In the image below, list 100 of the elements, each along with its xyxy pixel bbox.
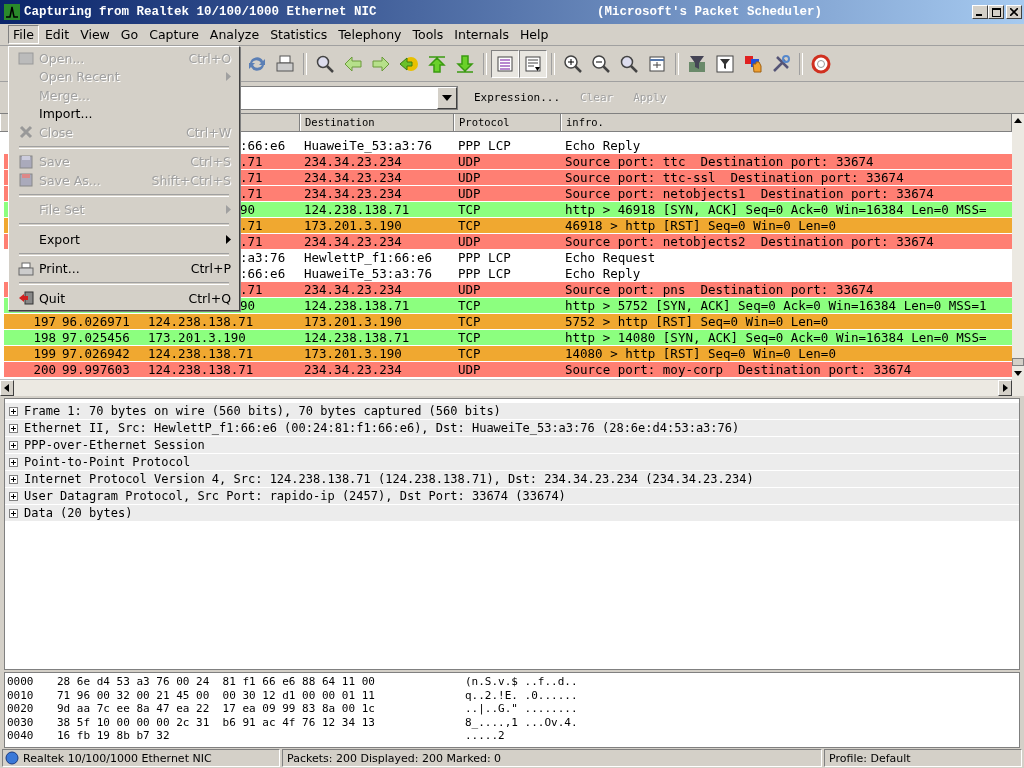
filter-button[interactable]: Expression...	[470, 89, 565, 106]
table-cell-text: 173.201.3.190	[303, 345, 403, 361]
byte-offset: 0010	[7, 688, 35, 702]
resize-columns-icon	[647, 53, 667, 74]
table-cell-text: PPP LCP	[457, 137, 512, 153]
window-title: Capturing from Realtek 10/100/1000 Ethernet NIC	[24, 5, 377, 19]
menu-item[interactable]: Statistics	[265, 25, 333, 44]
minimize-button[interactable]	[972, 5, 988, 19]
table-cell-text: .71	[240, 217, 264, 233]
table-cell-text: 173.201.3.190	[303, 313, 403, 329]
table-cell-text: 97.025456	[61, 329, 131, 345]
expand-icon[interactable]	[9, 508, 18, 518]
ascii-bytes: (n.S.v.$ ..f..d..	[465, 675, 578, 689]
table-cell-text: 124.238.138.71	[303, 297, 411, 313]
table-cell-text: 124.238.138.71	[303, 329, 411, 345]
toggle-button[interactable]	[519, 49, 547, 78]
settings-icon	[771, 53, 791, 74]
table-cell-text: .71	[240, 233, 264, 249]
table-cell-text: PPP LCP	[457, 249, 512, 265]
table-cell-text: .71	[240, 169, 264, 185]
table-cell-text: 124.238.138.71	[147, 313, 255, 329]
table-cell-text: TCP	[457, 217, 482, 233]
table-cell-text: 46918 > http [RST] Seq=0 Win=0 Len=0	[564, 217, 837, 233]
table-cell-text: TCP	[457, 297, 482, 313]
striped-list-icon	[495, 53, 515, 74]
menu-item[interactable]: Analyze	[204, 25, 265, 44]
toggle-button[interactable]	[491, 49, 519, 78]
table-cell-text: 234.34.23.234	[303, 185, 403, 201]
ascii-bytes: ..|..G." ........	[465, 702, 578, 716]
menu-entry[interactable]: Import...	[9, 104, 239, 123]
status-text: Packets: 200 Displayed: 200 Marked: 0	[282, 749, 822, 767]
expand-icon[interactable]	[9, 474, 18, 484]
table-cell-text: :66:e6	[240, 265, 287, 281]
close-icon	[1010, 8, 1018, 16]
table-cell-text: 198	[32, 329, 57, 345]
table-cell-text: 234.34.23.234	[303, 233, 403, 249]
table-cell-text: 173.201.3.190	[147, 329, 247, 345]
filter-field[interactable]	[240, 85, 458, 110]
tree-item[interactable]: Data (20 bytes)	[24, 506, 133, 520]
hex-bytes: 71 96 00 32 00 21 45 00 00 30 12 d1 00 00 01 11	[57, 688, 376, 702]
menu-item[interactable]: Internals	[449, 25, 514, 44]
search-icon	[315, 53, 335, 74]
menu-item[interactable]: View	[75, 25, 115, 44]
table-cell-text: Source port: ttc Destination port: 33674	[564, 153, 875, 169]
vertical-scrollbar[interactable]	[1012, 114, 1024, 396]
table-cell-text: TCP	[457, 329, 482, 345]
table-cell-text: Source port: moy-corp Destination port: 33674	[564, 361, 913, 377]
table-cell-text: Echo Reply	[564, 265, 642, 281]
table-cell-text: HuaweiTe_53:a3:76	[303, 137, 433, 153]
table-cell-text: UDP	[457, 281, 482, 297]
color-hand-icon	[743, 53, 763, 74]
exit-door-icon	[18, 291, 34, 306]
table-cell-text: http > 46918 [SYN, ACK] Seq=0 Ack=0 Win=16384 Len=0 MSS=	[564, 201, 988, 217]
menu-item[interactable]: Capture	[144, 25, 204, 44]
hex-bytes: 28 6e d4 53 a3 76 00 24 81 f1 66 e6 88 64 11 00	[57, 675, 376, 689]
table-cell-text: 197	[32, 313, 57, 329]
status-text: Realtek 10/100/1000 Ethernet NIC	[23, 751, 212, 765]
expand-icon[interactable]	[9, 406, 18, 416]
tree-item[interactable]: PPP-over-Ethernet Session	[24, 438, 205, 452]
table-cell-text: Source port: pns Destination port: 33674	[564, 281, 875, 297]
byte-offset: 0000	[7, 675, 35, 689]
table-cell-text: HuaweiTe_53:a3:76	[303, 265, 433, 281]
expand-icon[interactable]	[9, 440, 18, 450]
tree-item[interactable]: Point-to-Point Protocol	[24, 455, 191, 469]
dropdown-button[interactable]	[437, 86, 457, 109]
down-arrow-icon	[455, 53, 475, 74]
zoom-out-icon	[591, 53, 611, 74]
menu-item[interactable]: Edit	[39, 25, 75, 44]
table-cell-text: Source port: netobjects2 Destination port: 33674	[564, 233, 935, 249]
byte-offset: 0040	[7, 729, 35, 743]
app-icon	[4, 4, 20, 20]
expand-icon[interactable]	[9, 423, 18, 433]
printer-icon	[275, 53, 295, 74]
table-cell-text: PPP LCP	[457, 265, 512, 281]
expand-icon[interactable]	[9, 457, 18, 467]
table-cell-text: 234.34.23.234	[303, 361, 403, 377]
ascii-bytes: 8_....,1 ...Ov.4.	[465, 715, 578, 729]
table-cell-text: UDP	[457, 153, 482, 169]
lifebuoy-icon	[811, 53, 831, 74]
scrollbar-thumb[interactable]	[1012, 358, 1024, 366]
maximize-button[interactable]	[988, 5, 1004, 19]
expand-icon[interactable]	[9, 491, 18, 501]
horizontal-scrollbar[interactable]	[0, 379, 1012, 396]
hex-bytes: 9d aa 7c ee 8a 47 ea 22 17 ea 09 99 83 8a 00 1c	[57, 702, 376, 716]
column-header[interactable]: Protocol	[454, 114, 561, 131]
menu-item[interactable]: Telephony	[333, 25, 407, 44]
menu-item[interactable]: Tools	[407, 25, 449, 44]
table-cell-text: :a3:76	[240, 249, 287, 265]
menu-item[interactable]: Help	[514, 25, 554, 44]
table-cell-text: HewlettP_f1:66:e6	[303, 249, 433, 265]
table-cell-text: 124.238.138.71	[147, 345, 255, 361]
table-cell-text: 234.34.23.234	[303, 169, 403, 185]
table-cell-text: UDP	[457, 185, 482, 201]
caret-icon	[442, 94, 452, 101]
column-header[interactable]: Destination	[300, 114, 454, 131]
window-subtitle: (Microsoft's Packet Scheduler)	[596, 5, 822, 19]
close-button[interactable]	[1006, 5, 1022, 19]
menu-item[interactable]: Go	[115, 25, 144, 44]
table-cell-text: Echo Reply	[564, 137, 642, 153]
menu-item[interactable]: File	[8, 25, 39, 44]
